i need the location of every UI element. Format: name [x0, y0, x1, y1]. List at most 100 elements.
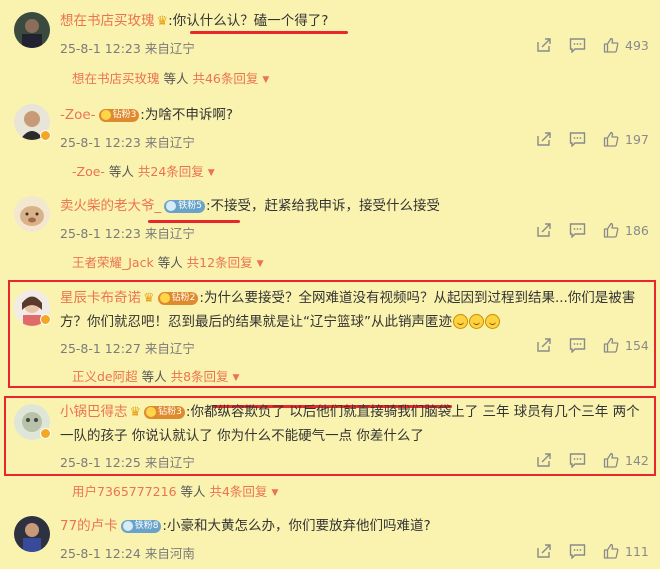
triangle-down-icon: ▼ [256, 259, 264, 269]
reply-others-label: 等人 [104, 164, 138, 179]
comment-meta: 25-8-1 12:23 来自辽宁 [60, 223, 199, 242]
comment-icon [569, 222, 586, 238]
timestamp: 25-8-1 12:27 [60, 341, 141, 356]
username-link[interactable]: 卖火柴的老大爷_ [60, 198, 161, 214]
reply-username[interactable]: -Zoe- [72, 164, 105, 179]
reply-username[interactable]: 正义de阿超 [72, 369, 138, 384]
comment-button[interactable] [569, 543, 586, 559]
reply-summary[interactable]: 王者荣耀_Jack 等人 共12条回复 ▼ [72, 252, 264, 271]
comment-icon [569, 37, 586, 53]
username-link[interactable]: -Zoe- [60, 107, 96, 123]
triangle-down-icon: ▼ [232, 373, 240, 383]
username-link[interactable]: 星辰卡布奇诺 [60, 290, 141, 306]
verified-badge-icon [40, 428, 51, 439]
triangle-down-icon: ▼ [262, 75, 270, 85]
timestamp: 25-8-1 12:25 [60, 455, 141, 470]
comment-body: :为啥不申诉啊? [140, 107, 234, 123]
reply-username[interactable]: 王者荣耀_Jack [72, 255, 154, 270]
reply-username[interactable]: 用户7365777216 [72, 484, 177, 499]
fan-badge: 铁粉8 [120, 520, 162, 533]
like-count: 186 [625, 222, 649, 238]
like-button[interactable]: 197 [603, 131, 649, 147]
fan-crown-icon: ♛ [143, 291, 155, 306]
share-button[interactable] [536, 131, 552, 147]
like-button[interactable]: 111 [603, 543, 649, 559]
avatar[interactable] [14, 516, 50, 552]
thumbs-up-icon [603, 222, 619, 238]
location: 来自辽宁 [144, 341, 195, 356]
comment-item: 星辰卡布奇诺 ♛ 钻粉2:为什么要接受？全网难道没有视频吗？从起因到过程到结果...… [0, 280, 660, 388]
comment-text-line: 星辰卡布奇诺 ♛ 钻粉2:为什么要接受？全网难道没有视频吗？从起因到过程到结果...… [60, 289, 635, 308]
reply-summary[interactable]: 用户7365777216 等人 共4条回复 ▼ [72, 481, 278, 500]
comment-button[interactable] [569, 452, 586, 468]
username-link[interactable]: 小锅巴得志 [60, 404, 128, 420]
reply-count[interactable]: 共12条回复 [187, 255, 253, 270]
reply-count[interactable]: 共4条回复 [209, 484, 267, 499]
comment-meta: 25-8-1 12:24 来自河南 [60, 543, 199, 562]
thumbs-up-icon [603, 131, 619, 147]
thumbs-up-icon [603, 452, 619, 468]
comment-item: 想在书店买玫瑰 ♛:你认什么认？磕一个得了? 25-8-1 12:23 来自辽宁 想… [0, 0, 660, 96]
reply-count[interactable]: 共46条回复 [192, 71, 258, 86]
comment-text-line: -Zoe- 钻粉3:为啥不申诉啊? [60, 106, 233, 124]
smile-emoji-icon [485, 314, 500, 329]
verified-badge-icon [40, 314, 51, 325]
comment-button[interactable] [569, 337, 586, 353]
share-button[interactable] [536, 543, 552, 559]
reply-count[interactable]: 共24条回复 [138, 164, 204, 179]
comment-icon [569, 452, 586, 468]
comment-meta: 25-8-1 12:27 来自辽宁 [60, 338, 199, 357]
username-link[interactable]: 77的卢卡 [60, 518, 118, 534]
comment-body: :小豪和大黄怎么办，你们要放弃他们吗难道? [162, 518, 431, 534]
comment-item: -Zoe- 钻粉3:为啥不申诉啊? 25-8-1 12:23 来自辽宁 -Zoe- … [0, 96, 660, 223]
like-button[interactable]: 142 [603, 452, 649, 468]
like-button[interactable]: 186 [603, 222, 649, 238]
share-icon [536, 452, 552, 468]
comment-icon [569, 131, 586, 147]
location: 来自辽宁 [144, 226, 195, 241]
comment-button[interactable] [569, 222, 586, 238]
timestamp: 25-8-1 12:23 [60, 135, 141, 150]
reply-summary[interactable]: -Zoe- 等人 共24条回复 ▼ [72, 161, 215, 180]
share-button[interactable] [536, 222, 552, 238]
comment-body: :你认什么认？磕一个得了? [168, 13, 329, 29]
comment-body-cont: 一队的孩子 你说认就认了 你为什么不能硬气一点 你差什么了 [60, 428, 424, 444]
share-icon [536, 337, 552, 353]
share-button[interactable] [536, 337, 552, 353]
reply-count[interactable]: 共8条回复 [171, 369, 229, 384]
avatar[interactable] [14, 12, 50, 48]
location: 来自辽宁 [144, 455, 195, 470]
like-button[interactable]: 154 [603, 337, 649, 353]
thumbs-up-icon [603, 37, 619, 53]
timestamp: 25-8-1 12:24 [60, 546, 141, 561]
reply-summary[interactable]: 想在书店买玫瑰 等人 共46条回复 ▼ [72, 68, 269, 87]
share-icon [536, 37, 552, 53]
location: 来自河南 [144, 546, 195, 561]
comment-item: 卖火柴的老大爷_ 铁粉5:不接受，赶紧给我申诉，接受什么接受 25-8-1 12:… [0, 186, 660, 408]
comment-body-cont: 方？你们就忍吧！忍到最后的结果就是让“辽宁篮球”从此销声匿迹 [60, 314, 452, 330]
comment-text-line: 77的卢卡 铁粉8:小豪和大黄怎么办，你们要放弃他们吗难道? [60, 517, 431, 535]
comment-body: :不接受，赶紧给我申诉，接受什么接受 [205, 198, 441, 214]
comment-button[interactable] [569, 37, 586, 53]
reply-username[interactable]: 想在书店买玫瑰 [72, 71, 160, 86]
comment-body: :你都纵容欺负了 以后他们就直接骑我们脑袋上了 三年 球员有几个三年 两个 [185, 404, 640, 420]
reply-others-label: 等人 [153, 255, 187, 270]
comment-meta: 25-8-1 12:25 来自辽宁 [60, 452, 199, 471]
comment-button[interactable] [569, 131, 586, 147]
reply-summary[interactable]: 正义de阿超 等人 共8条回复 ▼ [72, 366, 239, 385]
comment-item: 77的卢卡 铁粉8:小豪和大黄怎么办，你们要放弃他们吗难道? 25-8-1 12:… [0, 506, 660, 569]
fan-crown-icon: ♛ [129, 405, 142, 420]
fan-badge: 铁粉5 [164, 200, 205, 213]
reply-others-label: 等人 [137, 369, 171, 384]
reply-others-label: 等人 [159, 71, 193, 86]
username-link[interactable]: 想在书店买玫瑰 [60, 13, 155, 29]
timestamp: 25-8-1 12:23 [60, 226, 141, 241]
comment-icon [569, 337, 586, 353]
like-button[interactable]: 493 [603, 37, 649, 53]
like-count: 493 [625, 37, 649, 53]
share-button[interactable] [536, 452, 552, 468]
fan-badge: 钻粉3 [98, 109, 140, 122]
avatar[interactable] [14, 196, 50, 232]
share-button[interactable] [536, 37, 552, 53]
comment-text-line: 小锅巴得志 ♛ 钻粉3:你都纵容欺负了 以后他们就直接骑我们脑袋上了 三年 球员有几… [60, 403, 640, 422]
